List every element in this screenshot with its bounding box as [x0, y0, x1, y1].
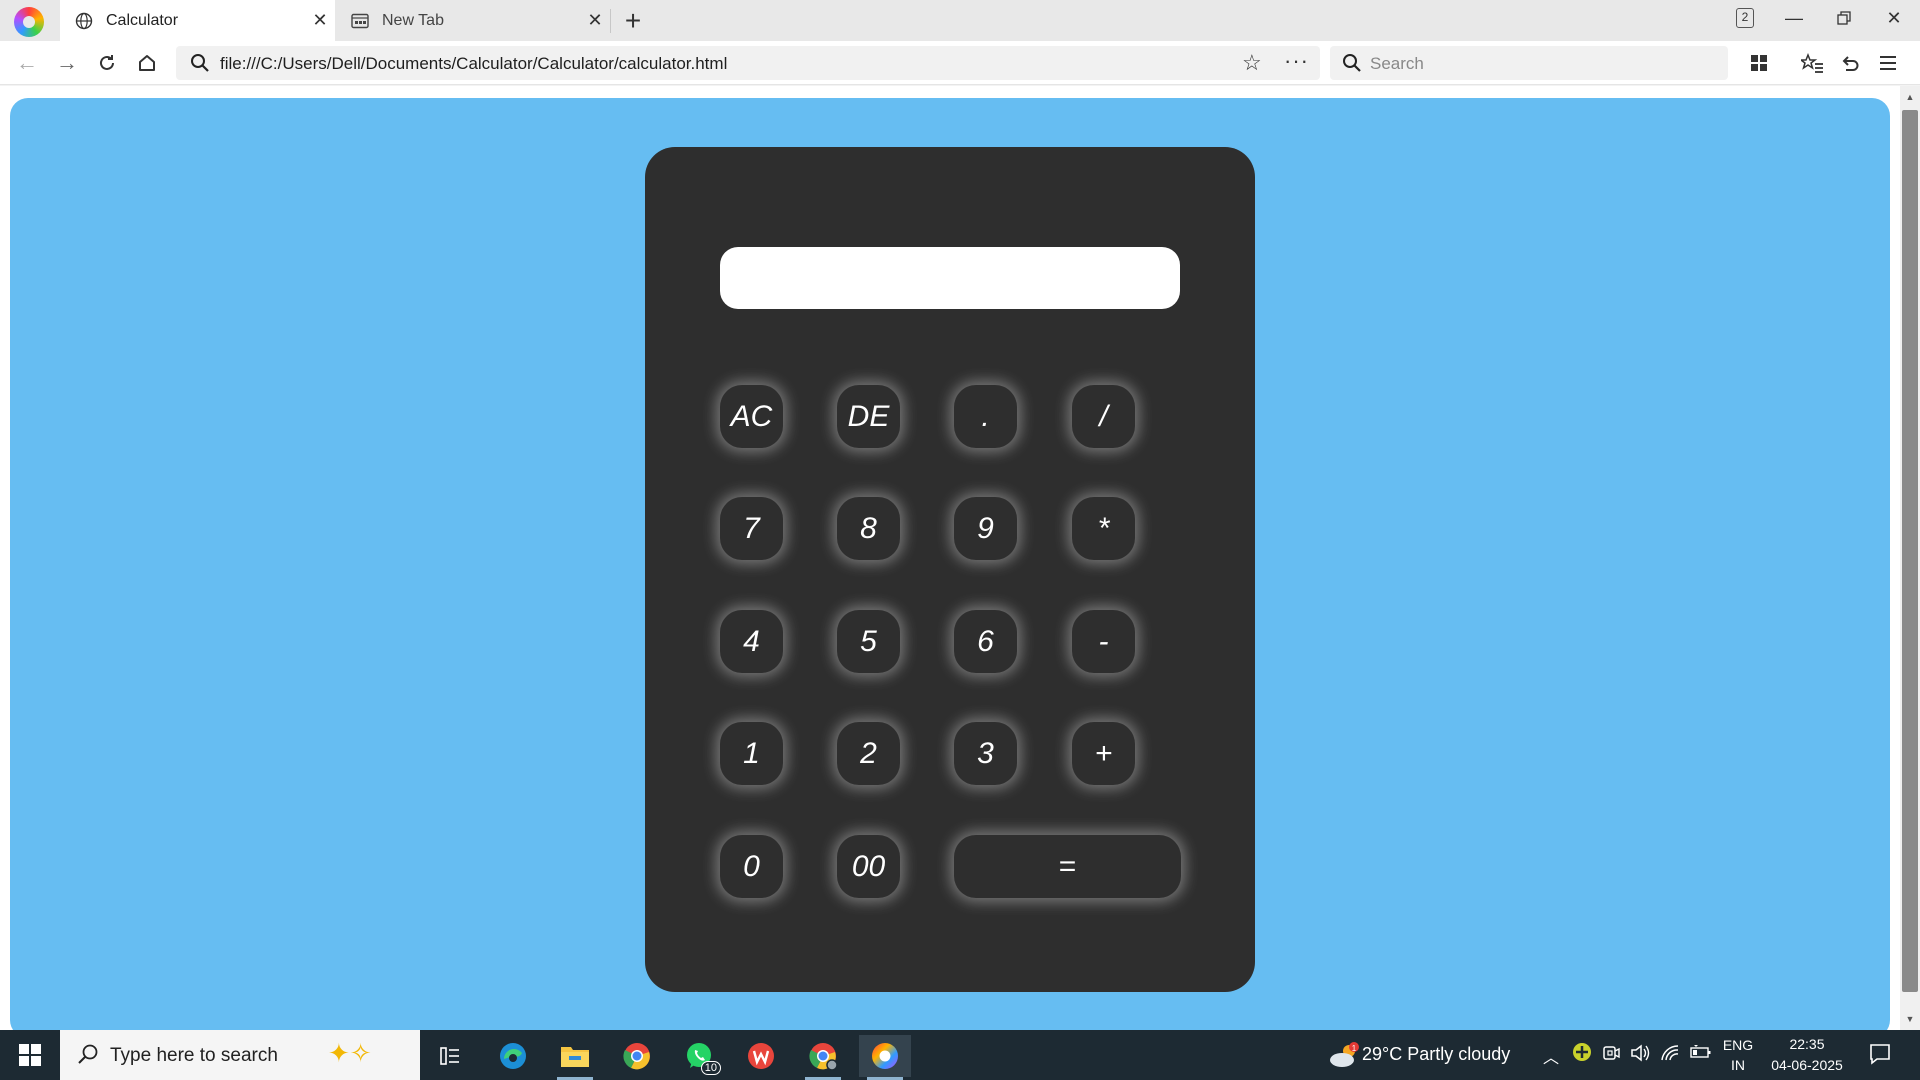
- edge-browser-icon[interactable]: [487, 1035, 539, 1077]
- browser-logo-icon[interactable]: [14, 7, 44, 37]
- minimize-icon[interactable]: —: [1769, 0, 1819, 36]
- key-multiply[interactable]: *: [1072, 497, 1135, 560]
- notification-center-icon[interactable]: [1868, 1042, 1892, 1071]
- taskbar-search-placeholder: Type here to search: [110, 1045, 278, 1066]
- tray-app-icon[interactable]: [1572, 1042, 1592, 1067]
- language-indicator[interactable]: ENG: [1718, 1037, 1758, 1053]
- whatsapp-icon[interactable]: 10: [673, 1035, 725, 1077]
- search-placeholder: Search: [1370, 54, 1424, 73]
- back-arrow-icon[interactable]: ←: [10, 47, 44, 79]
- clock-date[interactable]: 04-06-2025: [1766, 1057, 1848, 1073]
- windows-start-icon[interactable]: [0, 1030, 60, 1080]
- search-icon: [76, 1043, 100, 1072]
- key-subtract[interactable]: -: [1072, 610, 1135, 673]
- key-3[interactable]: 3: [954, 722, 1017, 785]
- keyboard-region[interactable]: IN: [1718, 1057, 1758, 1073]
- calculator-body: AC DE . / 7 8 9 * 4 5 6 - 1 2 3 + 0 00 =: [645, 147, 1255, 992]
- active-browser-icon[interactable]: [859, 1035, 911, 1080]
- battery-icon[interactable]: [1690, 1044, 1712, 1065]
- favorites-list-icon[interactable]: [1796, 47, 1828, 79]
- clock-time[interactable]: 22:35: [1766, 1036, 1848, 1052]
- task-view-icon[interactable]: [424, 1035, 476, 1077]
- new-tab-page-icon: [350, 11, 370, 31]
- key-decimal[interactable]: .: [954, 385, 1017, 448]
- new-tab-button[interactable]: +: [616, 4, 650, 38]
- apps-grid-icon[interactable]: [1743, 47, 1775, 79]
- key-4[interactable]: 4: [720, 610, 783, 673]
- wps-office-icon[interactable]: [735, 1035, 787, 1077]
- key-delete[interactable]: DE: [837, 385, 900, 448]
- close-tab-icon[interactable]: ✕: [305, 10, 335, 31]
- key-2[interactable]: 2: [837, 722, 900, 785]
- tab-title: New Tab: [382, 11, 444, 29]
- wifi-network-icon[interactable]: [1660, 1044, 1680, 1067]
- tab-new-tab[interactable]: New Tab ✕: [336, 0, 610, 41]
- key-1[interactable]: 1: [720, 722, 783, 785]
- restore-icon[interactable]: [1819, 0, 1869, 36]
- key-6[interactable]: 6: [954, 610, 1017, 673]
- tab-calculator[interactable]: Calculator ✕: [60, 0, 335, 41]
- speaker-volume-icon[interactable]: [1630, 1044, 1650, 1067]
- chrome-icon[interactable]: [611, 1035, 663, 1077]
- scroll-up-arrow-icon[interactable]: ▲: [1904, 92, 1916, 102]
- scrollbar-thumb[interactable]: [1902, 110, 1918, 992]
- close-tab-icon[interactable]: ✕: [580, 10, 610, 31]
- key-divide[interactable]: /: [1072, 385, 1135, 448]
- weather-summary[interactable]: 29°C Partly cloudy: [1362, 1044, 1510, 1065]
- copilot-sparkle-icon[interactable]: ✦✧: [328, 1038, 372, 1069]
- reload-icon[interactable]: [90, 47, 124, 79]
- web-search-box[interactable]: Search: [1330, 46, 1728, 80]
- windows-taskbar: Type here to search ✦✧ 10 1 29°C Partly …: [0, 1030, 1920, 1080]
- calculator-display[interactable]: [720, 247, 1180, 309]
- chevron-up-icon[interactable]: ︿: [1543, 1044, 1559, 1068]
- url-text[interactable]: file:///C:/Users/Dell/Documents/Calculat…: [220, 54, 727, 74]
- key-8[interactable]: 8: [837, 497, 900, 560]
- search-icon: [190, 53, 210, 78]
- tab-title: Calculator: [106, 11, 179, 29]
- menu-hamburger-icon[interactable]: [1872, 47, 1904, 79]
- weather-alert-count: 1: [1352, 1044, 1357, 1053]
- key-9[interactable]: 9: [954, 497, 1017, 560]
- close-window-icon[interactable]: ✕: [1869, 0, 1919, 36]
- key-7[interactable]: 7: [720, 497, 783, 560]
- key-0[interactable]: 0: [720, 835, 783, 898]
- home-icon[interactable]: [130, 47, 164, 79]
- address-bar[interactable]: file:///C:/Users/Dell/Documents/Calculat…: [176, 46, 1320, 80]
- tab-count-badge[interactable]: 2: [1736, 8, 1754, 28]
- key-double-zero[interactable]: 00: [837, 835, 900, 898]
- search-icon: [1342, 53, 1362, 78]
- more-options-icon[interactable]: ···: [1284, 48, 1309, 74]
- file-explorer-icon[interactable]: [549, 1035, 601, 1080]
- bookmark-star-icon[interactable]: ☆: [1242, 50, 1262, 76]
- key-add[interactable]: +: [1072, 722, 1135, 785]
- scroll-down-arrow-icon[interactable]: ▼: [1904, 1014, 1916, 1024]
- tab-divider: [610, 9, 611, 33]
- key-equals[interactable]: =: [954, 835, 1181, 898]
- key-5[interactable]: 5: [837, 610, 900, 673]
- browser-tab-bar: Calculator ✕ New Tab ✕ + 2 — ✕: [0, 0, 1920, 41]
- browser-toolbar: ← → file:///C:/Users/Dell/Documents/Calc…: [0, 41, 1920, 85]
- forward-arrow-icon[interactable]: →: [50, 47, 84, 79]
- key-all-clear[interactable]: AC: [720, 385, 783, 448]
- globe-icon: [74, 11, 94, 31]
- notification-count-badge: 10: [700, 1061, 721, 1075]
- chrome-profile-icon[interactable]: [797, 1035, 849, 1080]
- taskbar-search-box[interactable]: Type here to search ✦✧: [60, 1030, 420, 1080]
- history-undo-icon[interactable]: [1834, 47, 1866, 79]
- meet-now-icon[interactable]: [1602, 1044, 1620, 1067]
